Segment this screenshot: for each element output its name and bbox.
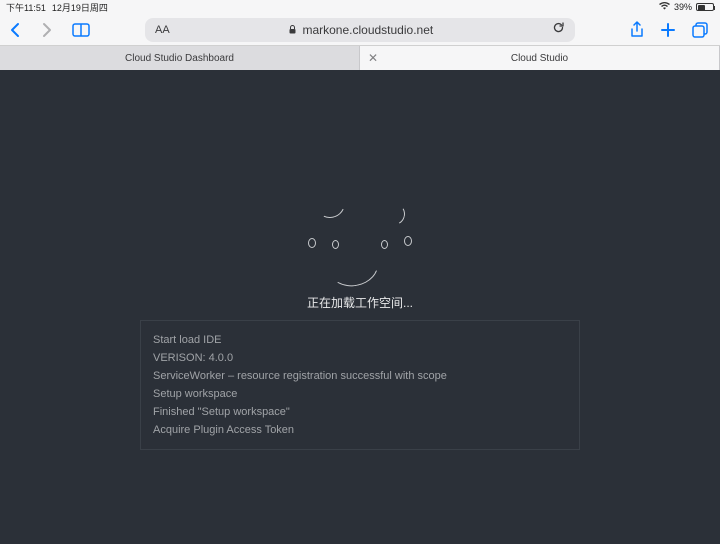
status-bar: 下午11:51 12月19日周四 39% [0,0,720,14]
log-line: VERISON: 4.0.0 [153,349,567,367]
log-line: Acquire Plugin Access Token [153,421,567,439]
share-button[interactable] [630,21,644,39]
loading-message: 正在加载工作空间... [307,294,413,311]
log-box: Start load IDE VERISON: 4.0.0 ServiceWor… [140,320,580,450]
log-line: ServiceWorker – resource registration su… [153,367,567,385]
wifi-icon [659,2,670,12]
forward-button[interactable] [40,22,54,38]
bookmarks-button[interactable] [72,23,90,37]
tab-dashboard[interactable]: Cloud Studio Dashboard [0,46,360,70]
address-bar[interactable]: AA markone.cloudstudio.net [145,18,575,42]
battery-pct: 39% [674,2,692,12]
status-time: 下午11:51 [6,1,46,14]
tab-label: Cloud Studio [511,53,568,64]
tab-bar: Cloud Studio Dashboard ✕ Cloud Studio [0,46,720,70]
tab-cloudstudio[interactable]: ✕ Cloud Studio [360,46,720,70]
loading-face [290,188,430,298]
tab-label: Cloud Studio Dashboard [125,53,234,64]
page-content: 正在加载工作空间... Start load IDE VERISON: 4.0.… [0,70,720,544]
new-tab-button[interactable] [660,22,676,38]
reload-button[interactable] [482,21,565,39]
status-date: 12月19日周四 [52,1,108,14]
log-line: Setup workspace [153,385,567,403]
close-icon[interactable]: ✕ [368,51,378,65]
address-text: markone.cloudstudio.net [302,23,433,37]
battery-icon [696,3,714,11]
browser-toolbar: AA markone.cloudstudio.net [0,14,720,46]
back-button[interactable] [8,22,22,38]
tabs-button[interactable] [692,22,708,38]
log-line: Start load IDE [153,331,567,349]
log-line: Finished "Setup workspace" [153,403,567,421]
text-size-button[interactable]: AA [155,24,240,36]
lock-icon [288,23,297,37]
